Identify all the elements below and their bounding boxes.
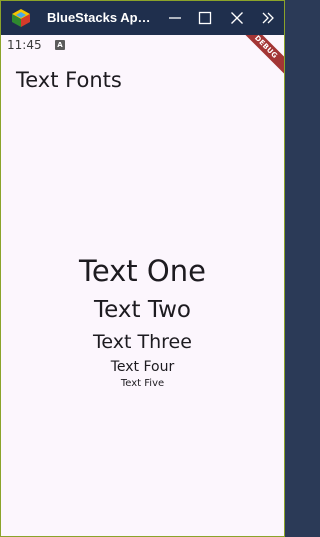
close-button[interactable]: [227, 8, 247, 28]
window-title: BlueStacks Ap…: [47, 10, 151, 25]
emulator-window: BlueStacks Ap… 11:45 A DEBUG Text Fonts …: [0, 0, 285, 537]
minimize-button[interactable]: [165, 8, 185, 28]
maximize-icon: [198, 11, 212, 25]
page-title: Text Fonts: [16, 68, 122, 92]
notification-badge: A: [55, 40, 65, 50]
maximize-button[interactable]: [195, 8, 215, 28]
text-three: Text Three: [93, 331, 192, 353]
title-bar[interactable]: BlueStacks Ap…: [1, 1, 284, 35]
text-five: Text Five: [120, 378, 165, 389]
app-screen: 11:45 A DEBUG Text Fonts Text One Text T…: [1, 35, 284, 536]
sidebar-toggle-button[interactable]: [258, 8, 278, 28]
status-time: 11:45: [7, 38, 42, 52]
status-bar: 11:45 A: [1, 35, 284, 55]
text-one: Text One: [79, 254, 206, 288]
bluestacks-logo-icon: [12, 9, 30, 27]
text-two: Text Two: [94, 297, 191, 323]
text-four: Text Four: [110, 359, 175, 375]
minimize-icon: [169, 17, 181, 19]
close-icon: [231, 12, 243, 24]
chevrons-right-icon: [262, 12, 274, 24]
